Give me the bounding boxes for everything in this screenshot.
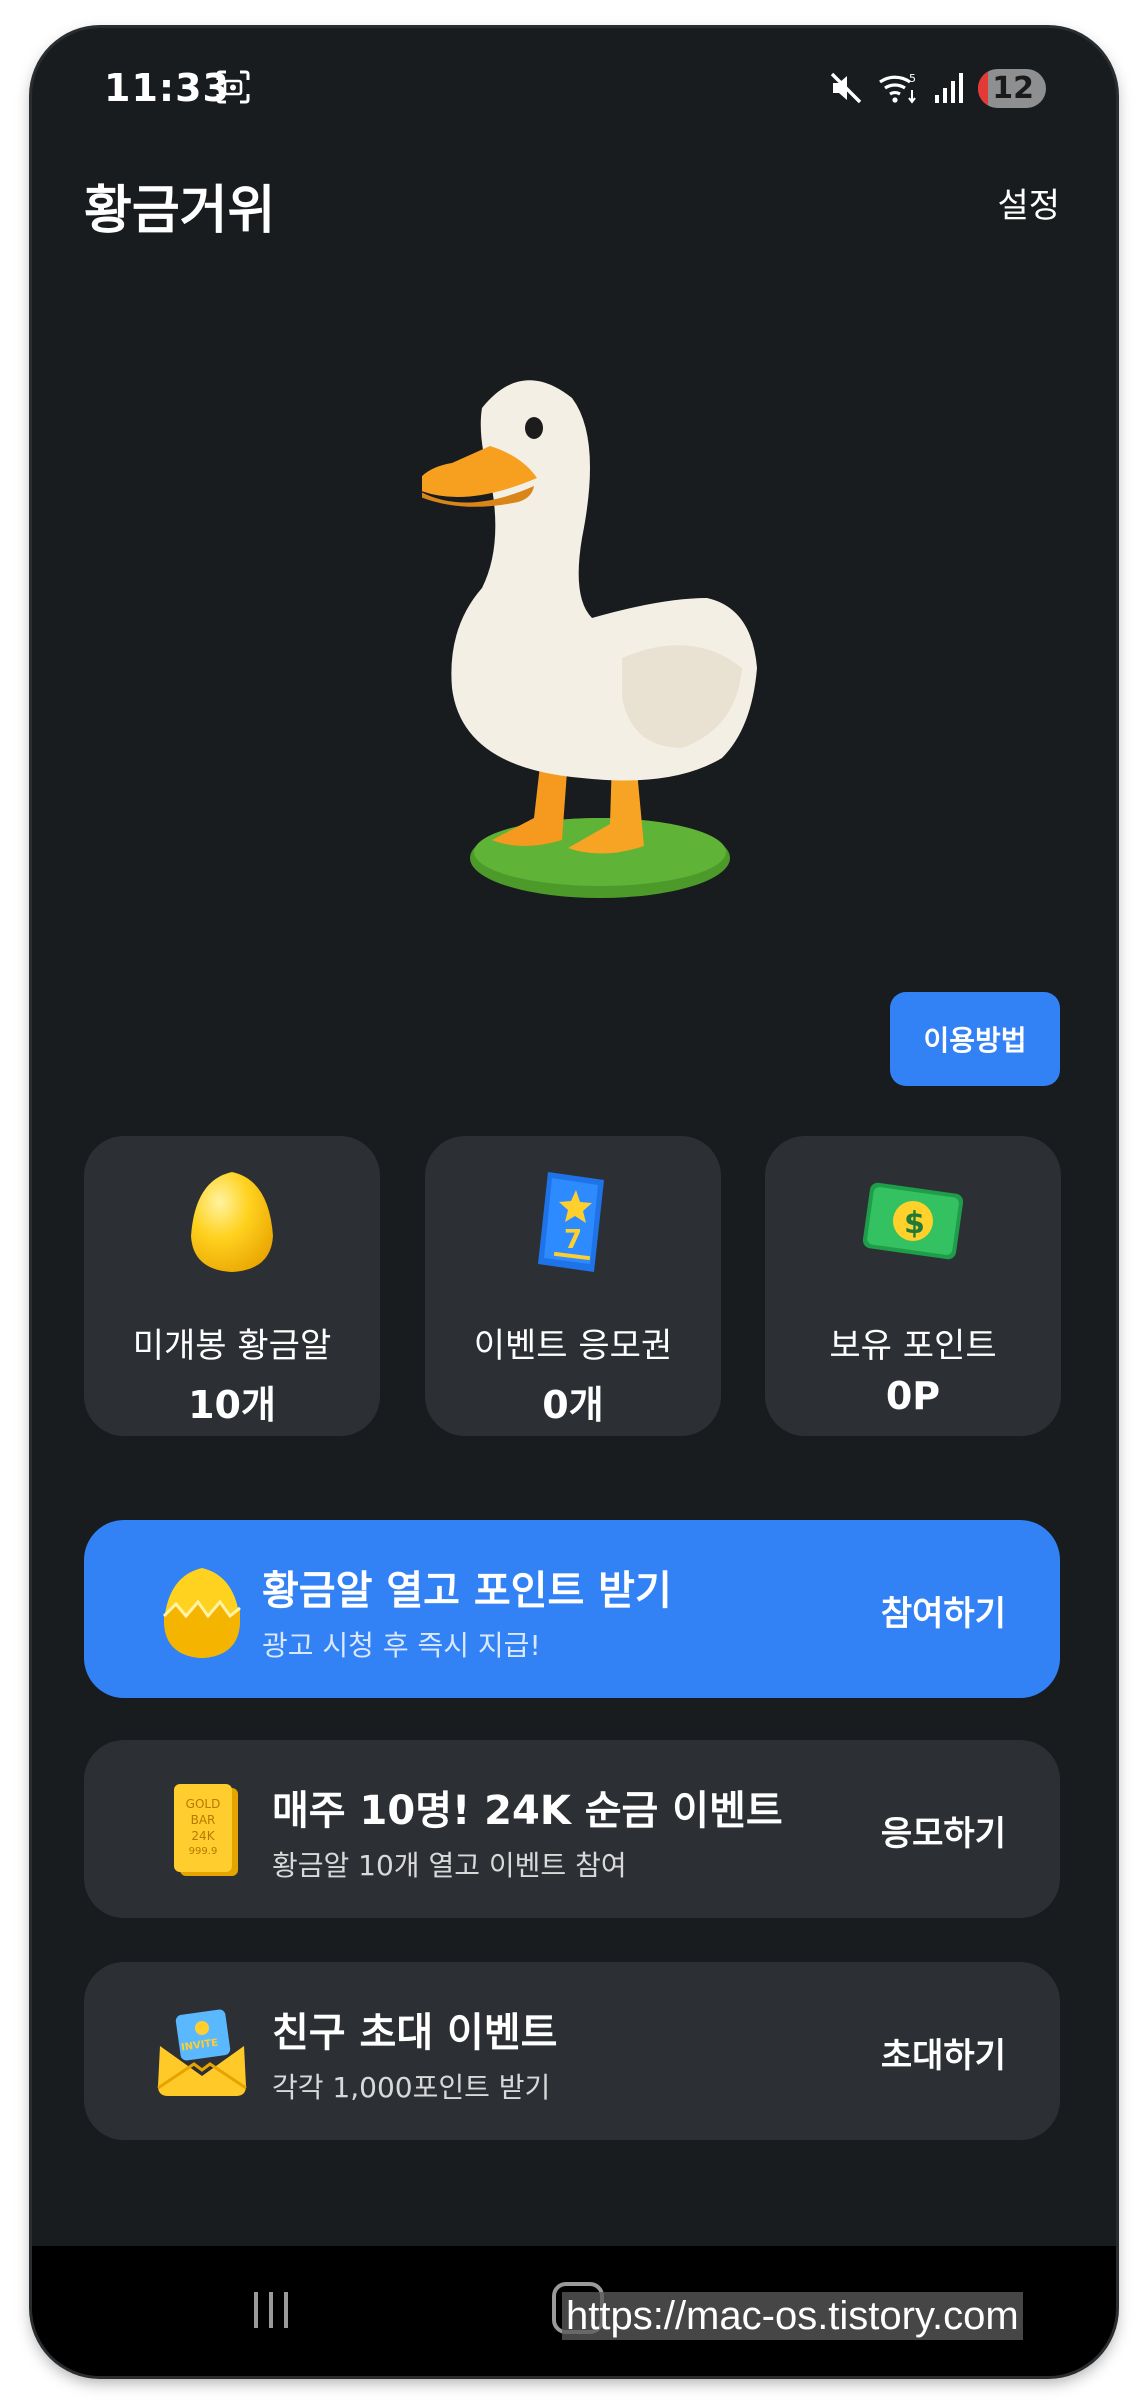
gold-bar-text: BAR: [191, 1813, 216, 1827]
card-title: 매주 10명! 24K 순금 이벤트: [272, 1788, 783, 1834]
cracked-egg-icon: [162, 1568, 241, 1658]
status-bar: 11:33 5 12: [32, 28, 1116, 148]
howto-button[interactable]: 이용방법: [890, 992, 1060, 1086]
card-title: 친구 초대 이벤트: [272, 2010, 558, 2056]
mute-icon: [831, 72, 862, 104]
ticket-icon: 7: [538, 1172, 604, 1272]
gold-bar-text: GOLD: [186, 1797, 221, 1811]
gold-bar-text: 999.9: [189, 1846, 218, 1857]
invite-event-card[interactable]: INVITE 친구 초대 이벤트 각각 1,000포인트 받기 초대하기: [84, 1962, 1060, 2140]
card-subtitle: 각각 1,000포인트 받기: [272, 2071, 551, 2104]
stat-card-unopened-eggs[interactable]: 미개봉 황금알 10개: [84, 1136, 380, 1436]
settings-button[interactable]: 설정: [997, 178, 1060, 227]
stat-label: 이벤트 응모권: [473, 1326, 673, 1366]
phone-screen: 11:33 5 12 황금거위 설정 이용방법 미개봉 황금알 10개 7 이벤…: [32, 28, 1116, 2376]
status-icons: 5 12: [828, 68, 1046, 108]
stat-label: 보유 포인트: [829, 1326, 997, 1366]
gold-bar-icon: GOLD BAR 24K 999.9: [174, 1784, 238, 1876]
goose-mascot-image: [422, 380, 757, 898]
card-subtitle: 황금알 10개 열고 이벤트 참여: [272, 1849, 627, 1882]
screenshot-icon: [216, 70, 250, 104]
card-title: 황금알 열고 포인트 받기: [262, 1568, 672, 1614]
svg-text:5: 5: [909, 72, 916, 85]
gold-event-card[interactable]: GOLD BAR 24K 999.9 매주 10명! 24K 순금 이벤트 황금…: [84, 1740, 1060, 1918]
stat-value: 10개: [188, 1383, 276, 1427]
card-subtitle: 광고 시청 후 즉시 지급!: [262, 1629, 541, 1662]
signal-icon: [935, 73, 964, 103]
svg-text:7: 7: [564, 1225, 582, 1255]
wifi-icon: 5: [879, 72, 916, 104]
watermark: https://mac-os.tistory.com: [562, 2292, 1023, 2340]
apply-button[interactable]: 응모하기: [881, 1806, 1006, 1855]
page-title: 황금거위: [84, 181, 276, 241]
stat-label: 미개봉 황금알: [132, 1326, 332, 1366]
navigation-bar: https://mac-os.tistory.com: [32, 2246, 1116, 2376]
invite-button[interactable]: 초대하기: [881, 2028, 1006, 2077]
stat-card-points[interactable]: $ 보유 포인트 0P: [765, 1136, 1061, 1436]
notification-badge: 12: [978, 68, 1046, 108]
invite-envelope-icon: INVITE: [157, 2009, 247, 2096]
stat-value: 0개: [542, 1383, 604, 1427]
money-icon: $: [862, 1182, 964, 1260]
golden-egg-icon: [191, 1172, 273, 1272]
status-time: 11:33: [104, 66, 230, 110]
gold-bar-text: 24K: [191, 1829, 215, 1843]
svg-text:$: $: [904, 1206, 925, 1241]
recents-icon[interactable]: [246, 2288, 296, 2332]
stat-value: 0P: [885, 1374, 941, 1418]
stat-card-event-tickets[interactable]: 7 이벤트 응모권 0개: [425, 1136, 721, 1436]
participate-button[interactable]: 참여하기: [881, 1586, 1006, 1635]
open-egg-card[interactable]: 황금알 열고 포인트 받기 광고 시청 후 즉시 지급! 참여하기: [84, 1520, 1060, 1698]
